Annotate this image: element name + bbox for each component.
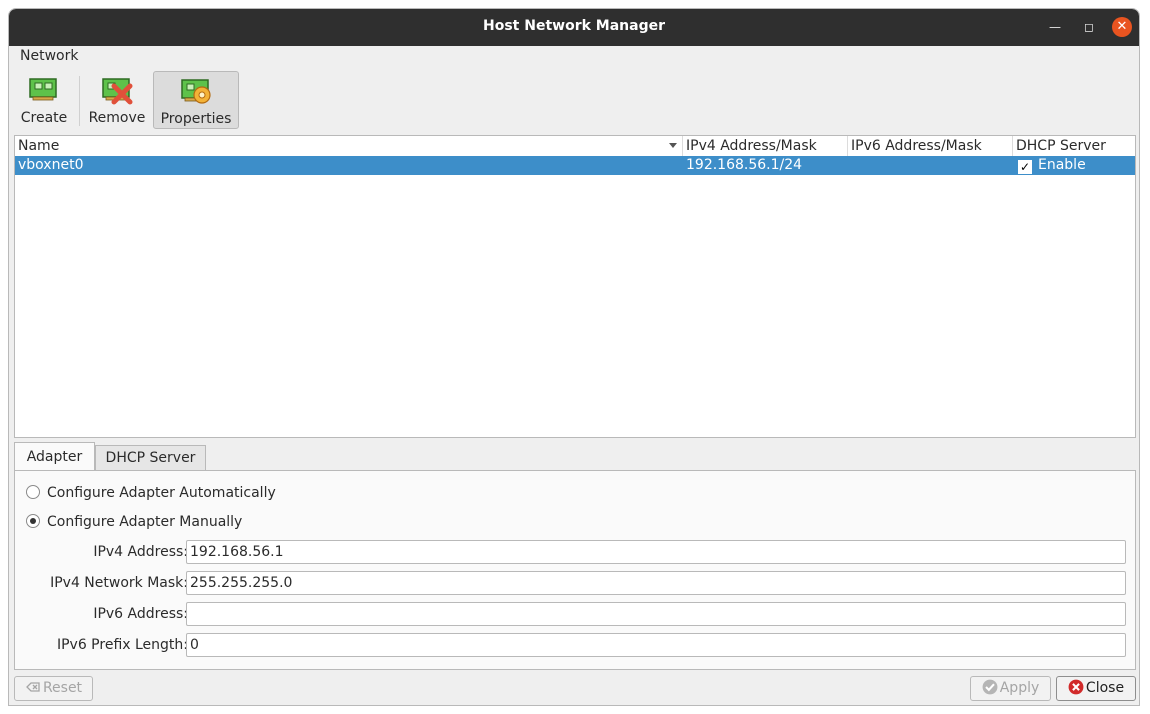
menu-network[interactable]: Network bbox=[20, 48, 78, 64]
title-bar[interactable]: Host Network Manager — ◻ ✕ bbox=[9, 9, 1139, 46]
network-card-create-icon bbox=[29, 78, 57, 101]
ipv6-address-label: IPv6 Address: bbox=[93, 606, 188, 622]
create-button-label: Create bbox=[20, 110, 68, 126]
reset-button-label: Reset bbox=[42, 680, 83, 696]
table-row[interactable]: vboxnet0 192.168.56.1/24 ✓ Enable bbox=[15, 156, 1135, 175]
ipv6-address-field[interactable] bbox=[186, 602, 1126, 626]
column-header-name[interactable]: Name bbox=[15, 136, 683, 156]
table-header: Name IPv4 Address/Mask IPv6 Address/Mask… bbox=[15, 136, 1135, 157]
ipv4-address-field[interactable]: 192.168.56.1 bbox=[186, 540, 1126, 564]
toolbar-separator bbox=[79, 76, 80, 126]
column-header-ipv4[interactable]: IPv4 Address/Mask bbox=[683, 136, 848, 156]
radio-manual-indicator[interactable] bbox=[26, 514, 40, 528]
toolbar: Create Remove Properties bbox=[9, 68, 1139, 134]
radio-configure-manually[interactable]: Configure Adapter Manually bbox=[26, 512, 242, 532]
network-card-properties-icon bbox=[181, 79, 211, 104]
host-network-table[interactable]: Name IPv4 Address/Mask IPv6 Address/Mask… bbox=[14, 135, 1136, 438]
column-header-ipv6[interactable]: IPv6 Address/Mask bbox=[848, 136, 1013, 156]
adapter-panel: Configure Adapter Automatically Configur… bbox=[14, 470, 1136, 670]
ipv4-mask-label: IPv4 Network Mask: bbox=[50, 575, 188, 591]
radio-auto-indicator[interactable] bbox=[26, 485, 40, 499]
menu-bar: Network bbox=[9, 46, 1139, 68]
dhcp-enable-checkbox[interactable]: ✓ bbox=[1018, 160, 1032, 174]
row-dhcp-label: Enable bbox=[1038, 157, 1086, 173]
close-x-icon bbox=[1068, 679, 1084, 695]
close-window-icon[interactable]: ✕ bbox=[1112, 17, 1132, 37]
ipv4-mask-field[interactable]: 255.255.255.0 bbox=[186, 571, 1126, 595]
maximize-icon[interactable]: ◻ bbox=[1079, 17, 1099, 37]
row-name: vboxnet0 bbox=[18, 157, 84, 173]
create-button[interactable]: Create bbox=[15, 71, 73, 129]
reset-button[interactable]: Reset bbox=[14, 676, 93, 701]
apply-check-icon bbox=[982, 679, 998, 695]
close-button-label: Close bbox=[1085, 680, 1125, 696]
window-title: Host Network Manager bbox=[483, 18, 665, 34]
tab-adapter[interactable]: Adapter bbox=[14, 442, 95, 471]
radio-configure-automatically[interactable]: Configure Adapter Automatically bbox=[26, 483, 276, 503]
sort-arrow-icon bbox=[669, 143, 677, 148]
remove-button-label: Remove bbox=[88, 110, 146, 126]
button-bar: Reset Apply Close bbox=[9, 673, 1139, 705]
properties-button-label: Properties bbox=[160, 111, 232, 127]
remove-button[interactable]: Remove bbox=[85, 71, 149, 129]
close-button[interactable]: Close bbox=[1056, 676, 1136, 701]
tab-dhcp-server[interactable]: DHCP Server bbox=[95, 445, 206, 470]
ipv6-prefix-label: IPv6 Prefix Length: bbox=[56, 637, 188, 653]
column-header-dhcp[interactable]: DHCP Server bbox=[1013, 136, 1135, 156]
network-card-remove-icon bbox=[102, 78, 133, 105]
reset-icon bbox=[26, 682, 40, 692]
apply-button[interactable]: Apply bbox=[970, 676, 1051, 701]
minimize-icon[interactable]: — bbox=[1045, 17, 1065, 37]
radio-manual-label: Configure Adapter Manually bbox=[47, 514, 243, 530]
properties-button[interactable]: Properties bbox=[153, 71, 239, 129]
row-ipv4: 192.168.56.1/24 bbox=[686, 157, 803, 173]
row-dhcp: ✓ Enable bbox=[1013, 156, 1086, 175]
apply-button-label: Apply bbox=[999, 680, 1040, 696]
ipv6-prefix-field[interactable]: 0 bbox=[186, 633, 1126, 657]
host-network-manager-window: Host Network Manager — ◻ ✕ Network Creat… bbox=[8, 8, 1140, 706]
ipv4-address-label: IPv4 Address: bbox=[93, 544, 188, 560]
radio-auto-label: Configure Adapter Automatically bbox=[47, 485, 276, 501]
